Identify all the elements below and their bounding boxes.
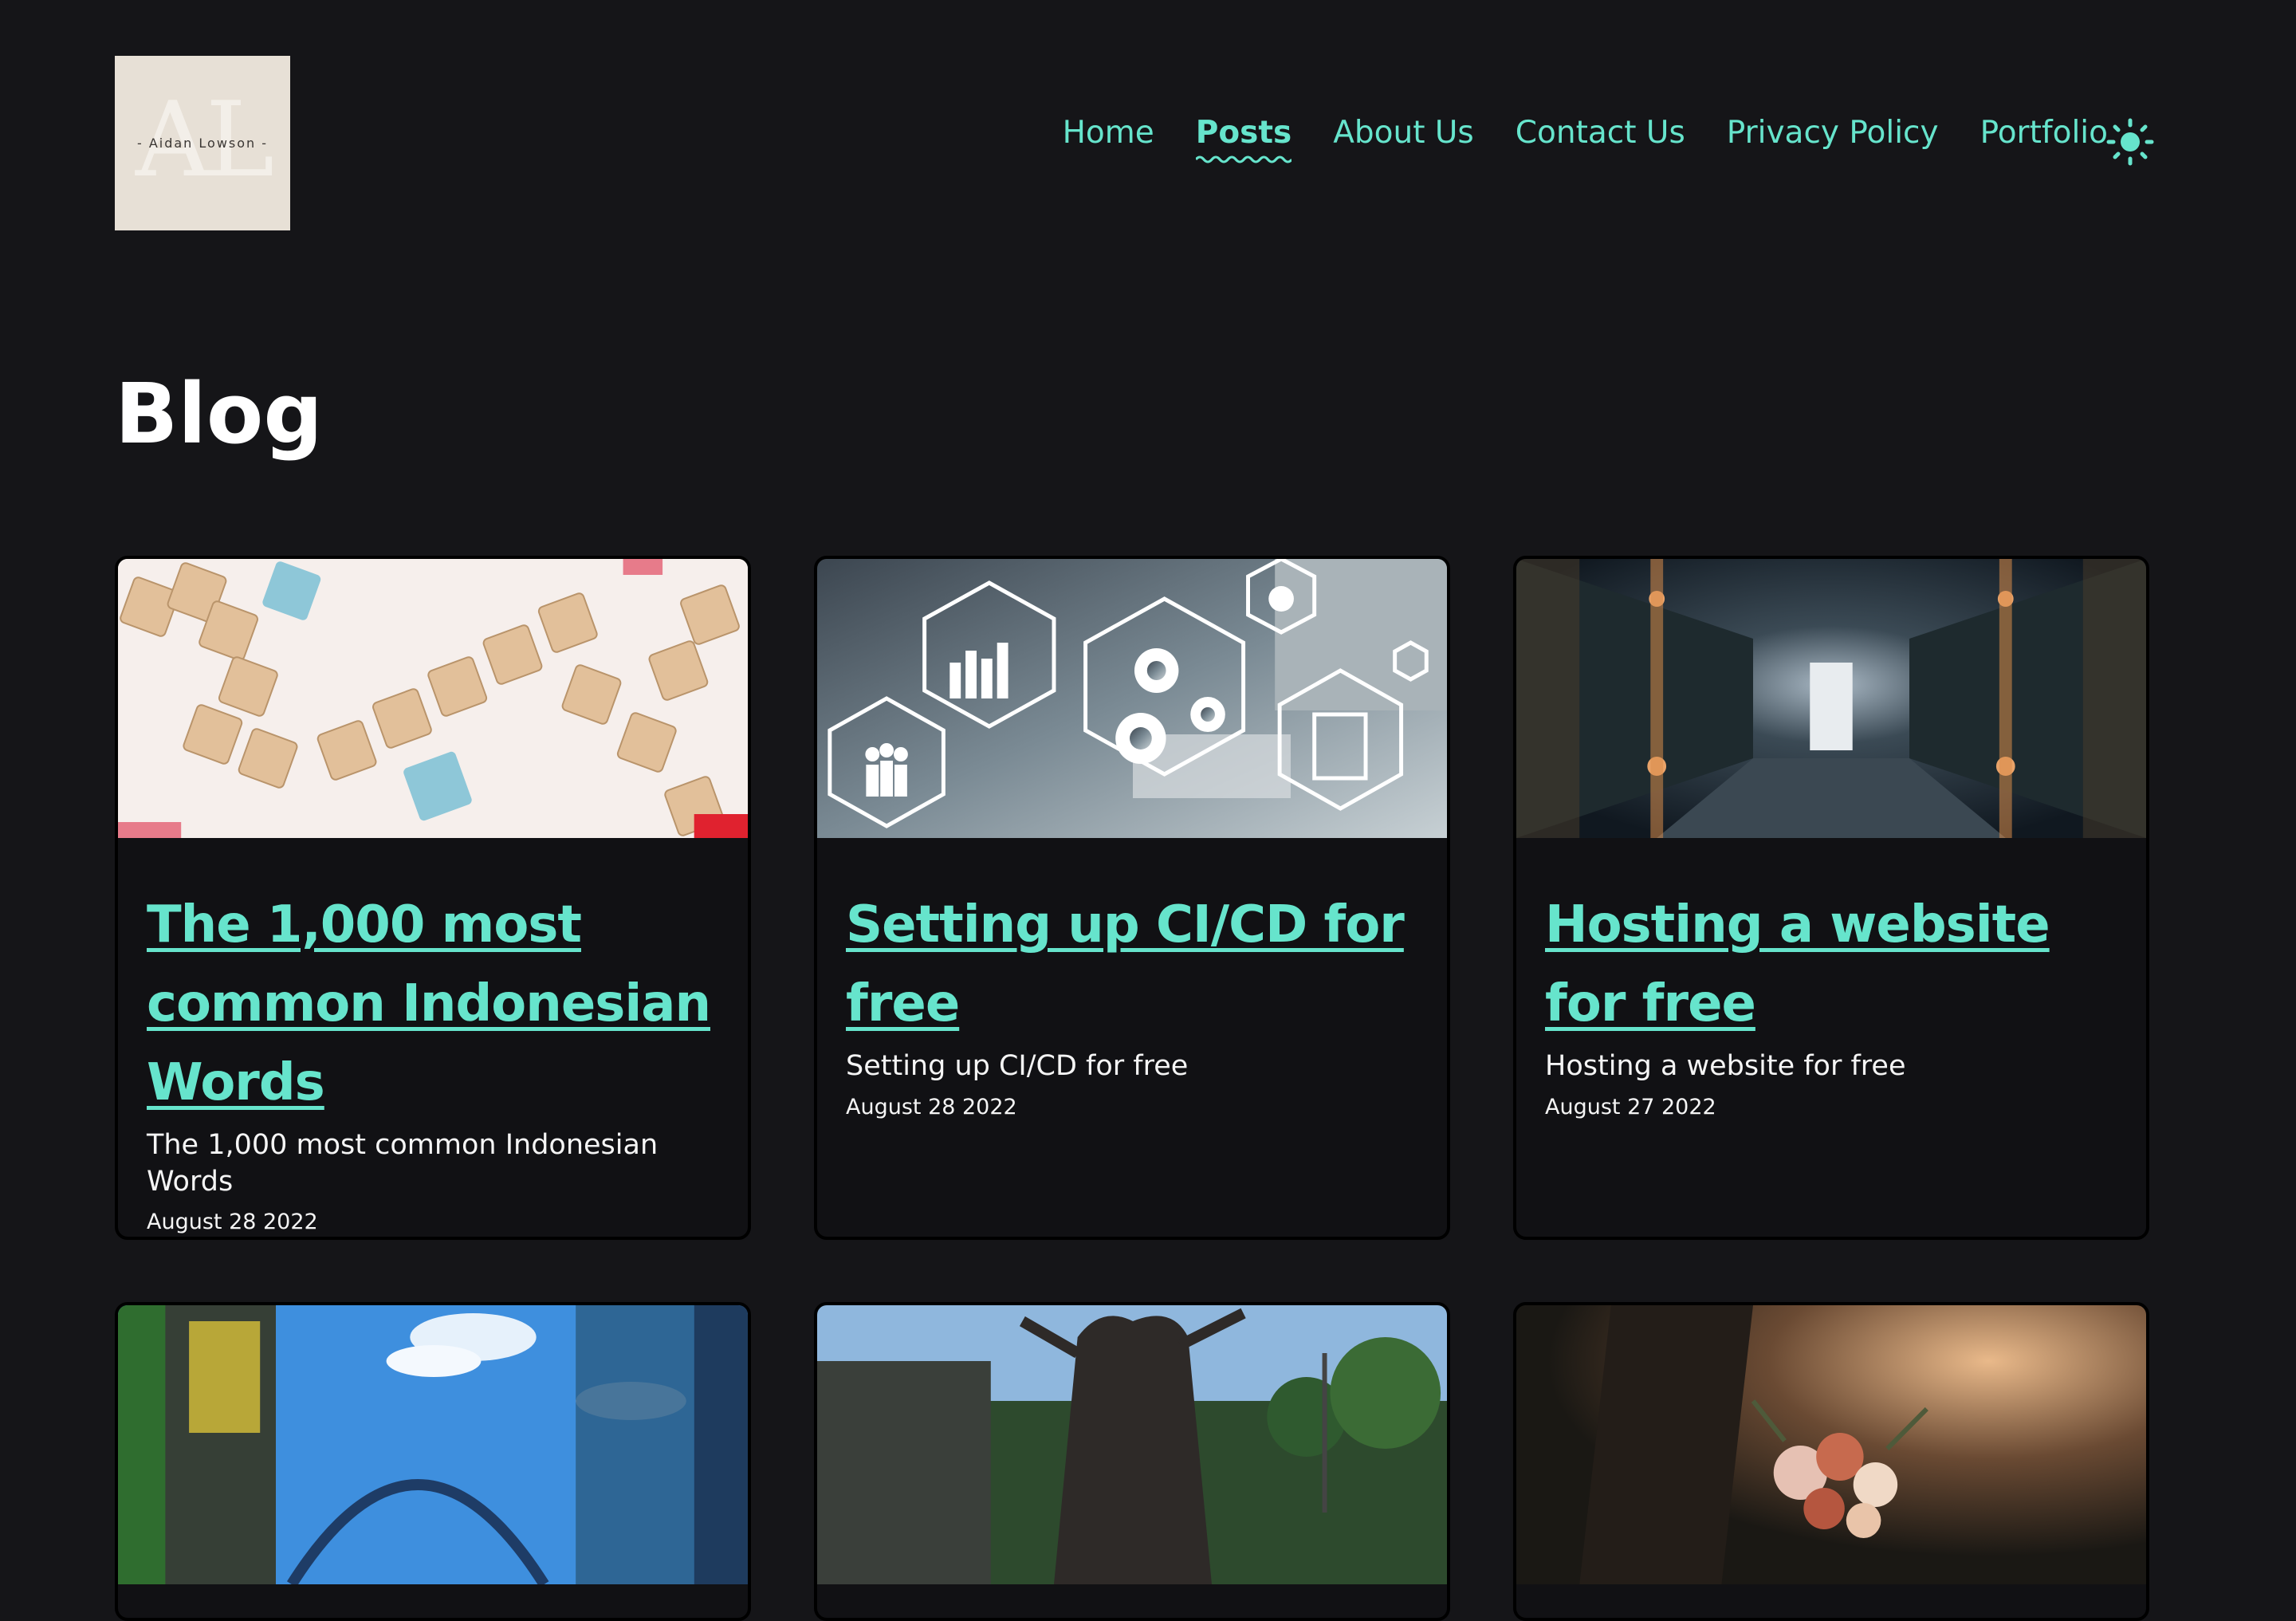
post-card[interactable]: Hosting a website for free Hosting a web… (1513, 556, 2149, 1240)
sun-icon[interactable] (2106, 118, 2154, 166)
post-date: August 28 2022 (846, 1094, 1017, 1119)
post-date: August 27 2022 (1545, 1094, 1716, 1119)
server-corridor-image[interactable] (1516, 559, 2146, 838)
post-card[interactable]: The 1,000 most common Indonesian Words T… (115, 556, 751, 1240)
post-description: The 1,000 most common Indonesian Words (147, 1129, 659, 1198)
site-logo[interactable]: AL - Aidan Lowson - (115, 56, 290, 230)
main-nav: Home Posts About Us Contact Us Privacy P… (1063, 115, 2108, 163)
post-card[interactable] (814, 1302, 1450, 1621)
nav-item-posts[interactable]: Posts (1195, 115, 1292, 163)
page-title: Blog (115, 365, 323, 462)
theme-park-tree-ride-image[interactable] (817, 1305, 1447, 1584)
post-card[interactable] (1513, 1302, 2149, 1621)
active-nav-squiggle (1195, 155, 1292, 163)
nav-item-contact-us[interactable]: Contact Us (1516, 116, 1685, 151)
nav-item-home[interactable]: Home (1063, 116, 1154, 151)
nav-item-posts-label: Posts (1195, 115, 1292, 151)
roller-coaster-image[interactable] (118, 1305, 748, 1584)
post-title-link[interactable]: The 1,000 most common Indonesian Words (147, 886, 719, 1123)
nav-item-privacy-policy[interactable]: Privacy Policy (1727, 116, 1939, 151)
post-title-link[interactable]: Setting up CI/CD for free (846, 886, 1418, 1044)
business-process-icons-image[interactable] (817, 559, 1447, 838)
post-card[interactable] (115, 1302, 751, 1621)
post-description: Setting up CI/CD for free (846, 1050, 1189, 1082)
post-title-link[interactable]: Hosting a website for free (1545, 886, 2117, 1044)
bouquet-image[interactable] (1516, 1305, 2146, 1584)
logo-name: - Aidan Lowson - (136, 136, 269, 151)
post-date: August 28 2022 (147, 1210, 318, 1234)
scrabble-tiles-learn-image[interactable] (118, 559, 748, 838)
nav-item-about-us[interactable]: About Us (1333, 116, 1474, 151)
post-card[interactable]: Setting up CI/CD for free Setting up CI/… (814, 556, 1450, 1240)
post-description: Hosting a website for free (1545, 1050, 1906, 1082)
nav-item-portfolio[interactable]: Portfolio (1980, 116, 2108, 151)
